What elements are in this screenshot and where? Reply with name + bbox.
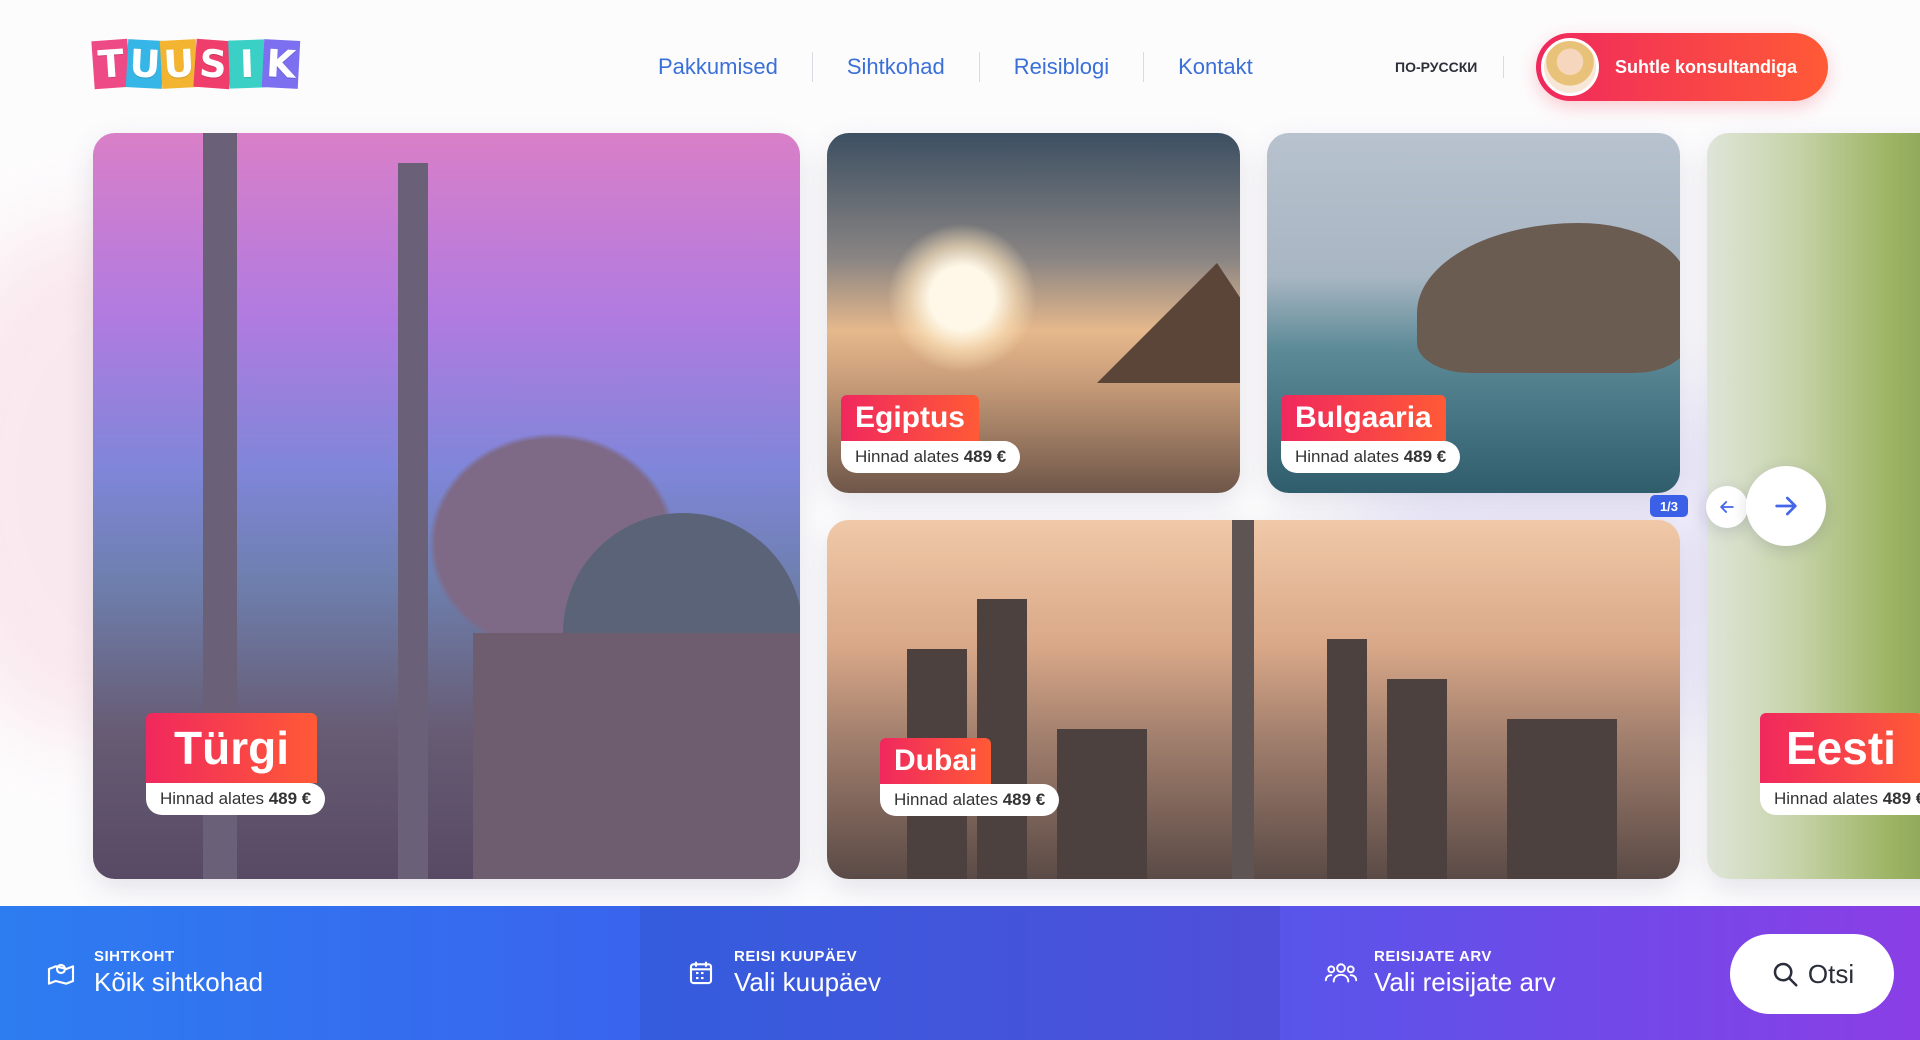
logo-letter: T <box>91 38 131 90</box>
calendar-icon <box>684 956 718 990</box>
mosque-shape <box>473 633 800 879</box>
logo-letter: U <box>125 39 165 89</box>
carousel-prev-button[interactable] <box>1706 486 1748 528</box>
logo-letter: U <box>159 39 199 89</box>
site-header: T U U S I K Pakkumised Sihtkohad Reisibl… <box>0 0 1920 132</box>
arrow-left-icon <box>1720 501 1734 513</box>
destination-name: Türgi <box>146 713 317 783</box>
nav-item-pakkumised[interactable]: Pakkumised <box>640 52 813 82</box>
cliff-shape <box>1417 223 1680 373</box>
destination-label: Türgi Hinnad alates 489 € <box>146 713 326 815</box>
destination-name: Dubai <box>880 738 992 784</box>
consultant-button-label: Suhtle konsultandiga <box>1615 56 1798 77</box>
destination-select[interactable]: SIHTKOHT Kõik sihtkohad <box>0 906 640 1040</box>
logo-letter: I <box>228 39 266 89</box>
search-icon <box>1773 962 1798 987</box>
carousel-next-button[interactable] <box>1746 466 1826 546</box>
logo-letter: S <box>193 38 233 90</box>
destination-price: Hinnad alates 489 € <box>880 784 1060 816</box>
minaret-shape <box>398 163 428 879</box>
main-nav: Pakkumised Sihtkohad Reisiblogi Kontakt <box>640 52 1287 82</box>
destination-label: Bulgaaria Hinnad alates 489 € <box>1281 395 1461 473</box>
skyscraper-shape <box>1232 520 1254 879</box>
language-switch[interactable]: ПО-РУССКИ <box>1395 56 1505 78</box>
consultant-button[interactable]: Suhtle konsultandiga <box>1536 33 1828 101</box>
search-bar: SIHTKOHT Kõik sihtkohad REISI KUUPÄEV Va… <box>0 906 1920 1040</box>
arrow-right-icon <box>1775 496 1797 516</box>
destination-caption: SIHTKOHT <box>94 948 175 965</box>
pyramid-shape <box>1097 263 1240 383</box>
date-value: Vali kuupäev <box>734 967 881 997</box>
building-shape <box>1387 679 1447 879</box>
building-shape <box>1507 719 1617 879</box>
destination-value: Kõik sihtkohad <box>94 967 264 997</box>
destination-label: Eesti Hinnad alates 489 € <box>1760 713 1920 815</box>
logo-letter: K <box>261 39 301 89</box>
map-pin-icon <box>44 956 78 990</box>
destination-price: Hinnad alates 489 € <box>1760 783 1920 815</box>
search-button-label: Otsi <box>1807 958 1855 989</box>
destination-label: Egiptus Hinnad alates 489 € <box>841 395 1021 473</box>
travellers-caption: REISIJATE ARV <box>1374 948 1492 965</box>
building-shape <box>1327 639 1367 879</box>
destination-name: Egiptus <box>841 395 979 441</box>
carousel-counter: 1/3 <box>1650 495 1688 517</box>
date-select[interactable]: REISI KUUPÄEV Vali kuupäev <box>640 906 1280 1040</box>
destination-price: Hinnad alates 489 € <box>1281 441 1461 473</box>
search-button[interactable]: Otsi <box>1730 934 1894 1014</box>
people-icon <box>1324 956 1358 990</box>
destination-card-bulgaaria[interactable]: Bulgaaria Hinnad alates 489 € <box>1267 133 1680 493</box>
nav-item-sihtkohad[interactable]: Sihtkohad <box>813 52 980 82</box>
destination-name: Eesti <box>1760 713 1920 783</box>
destination-price: Hinnad alates 489 € <box>841 441 1021 473</box>
consultant-avatar <box>1541 38 1599 96</box>
nav-item-kontakt[interactable]: Kontakt <box>1144 52 1287 82</box>
destination-card-egiptus[interactable]: Egiptus Hinnad alates 489 € <box>827 133 1240 493</box>
building-shape <box>1057 729 1147 879</box>
nav-item-reisiblogi[interactable]: Reisiblogi <box>980 52 1145 82</box>
dome-shape <box>563 513 800 643</box>
date-caption: REISI KUUPÄEV <box>734 948 858 965</box>
destination-card-turgi[interactable]: Türgi Hinnad alates 489 € <box>93 133 800 879</box>
tuusik-logo[interactable]: T U U S I K <box>91 38 301 90</box>
destination-price: Hinnad alates 489 € <box>146 783 326 815</box>
travellers-value: Vali reisijate arv <box>1374 967 1556 997</box>
sun-shape <box>887 223 1037 373</box>
destination-label: Dubai Hinnad alates 489 € <box>880 738 1060 816</box>
destination-card-dubai[interactable]: Dubai Hinnad alates 489 € <box>827 520 1680 879</box>
destination-name: Bulgaaria <box>1281 395 1446 441</box>
